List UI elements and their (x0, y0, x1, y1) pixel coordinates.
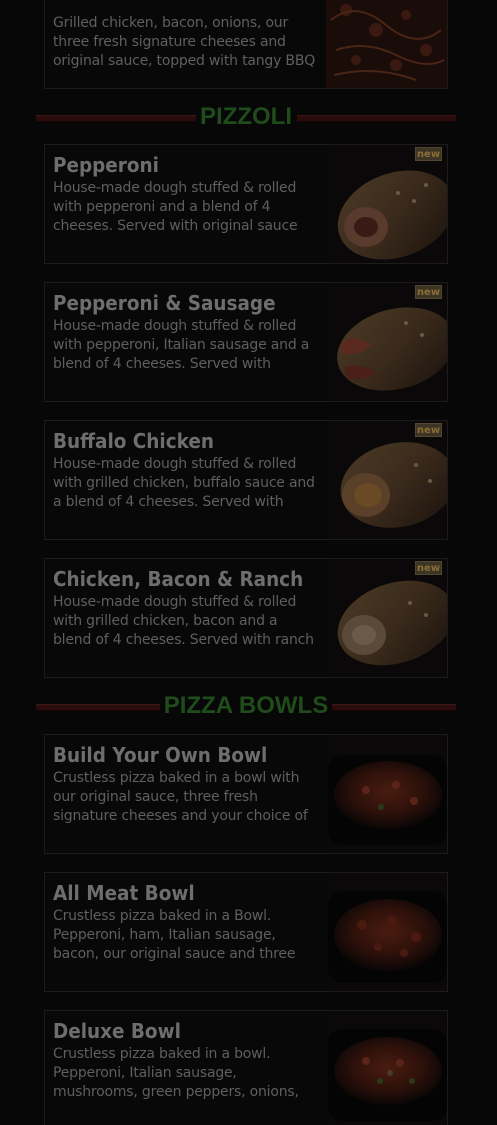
menu-item-description: House-made dough stuffed & rolled with g… (53, 456, 315, 510)
menu-item-text: Build Your Own Bowl Crustless pizza bake… (53, 741, 317, 826)
menu-item-card[interactable]: Build Your Own Bowl Crustless pizza bake… (44, 734, 448, 854)
menu-item-text: Pepperoni House-made dough stuffed & rol… (53, 151, 317, 236)
new-badge: new (415, 423, 442, 437)
menu-item-text: Pepperoni & Sausage House-made dough stu… (53, 289, 317, 374)
menu-item-name: Pepperoni & Sausage (53, 291, 276, 315)
menu-item-name: Chicken, Bacon & Ranch (53, 567, 304, 591)
menu-item-card[interactable]: Buffalo Chicken House-made dough stuffed… (44, 420, 448, 540)
menu-item-name: Build Your Own Bowl (53, 743, 268, 767)
menu-item-description: Grilled chicken, bacon, onions, our thre… (53, 15, 316, 69)
menu-item-description: Crustless pizza baked in a Bowl. Peppero… (53, 908, 296, 962)
pizzoli-photo: new (326, 145, 447, 263)
menu-item-card[interactable]: Pepperoni House-made dough stuffed & rol… (44, 144, 448, 264)
menu-item-name: Buffalo Chicken (53, 429, 214, 453)
pizzoli-photo: new (326, 559, 447, 677)
pizza-bowl-photo (326, 1011, 447, 1125)
menu-item-text: All Meat Bowl Crustless pizza baked in a… (53, 879, 317, 964)
menu-item-card[interactable]: Chicken, Bacon & Ranch House-made dough … (44, 558, 448, 678)
new-badge: new (415, 285, 442, 299)
menu-item-name: Pepperoni (53, 153, 159, 177)
menu-item-text: Grilled chicken, bacon, onions, our thre… (53, 14, 317, 71)
pizzoli-photo: new (326, 283, 447, 401)
menu-item-description: Crustless pizza baked in a bowl with our… (53, 770, 308, 824)
section-title: PIZZA BOWLS (159, 692, 333, 719)
menu-item-name: All Meat Bowl (53, 881, 195, 905)
menu-item-description: House-made dough stuffed & rolled with p… (53, 318, 310, 372)
menu-item-text: Buffalo Chicken House-made dough stuffed… (53, 427, 317, 512)
bbq-chicken-pizza-photo (326, 0, 447, 88)
section-header-pizzoli: PIZZOLI (36, 101, 456, 133)
menu-item-description: Crustless pizza baked in a bowl. Peppero… (53, 1046, 299, 1100)
section-title: PIZZOLI (196, 103, 296, 130)
new-badge: new (415, 561, 442, 575)
menu-item-name: Deluxe Bowl (53, 1019, 181, 1043)
section-header-pizza-bowls: PIZZA BOWLS (36, 690, 456, 722)
new-badge: new (415, 147, 442, 161)
menu-item-card[interactable]: All Meat Bowl Crustless pizza baked in a… (44, 872, 448, 992)
menu-item-description: House-made dough stuffed & rolled with p… (53, 180, 298, 234)
pizza-bowl-photo (326, 735, 447, 853)
menu-page: Grilled chicken, bacon, onions, our thre… (0, 0, 497, 1125)
menu-item-card[interactable]: Pepperoni & Sausage House-made dough stu… (44, 282, 448, 402)
menu-item-description: House-made dough stuffed & rolled with g… (53, 594, 314, 648)
pizzoli-photo: new (326, 421, 447, 539)
pizza-bowl-photo (326, 873, 447, 991)
menu-item-card[interactable]: Grilled chicken, bacon, onions, our thre… (44, 0, 448, 89)
menu-item-text: Chicken, Bacon & Ranch House-made dough … (53, 565, 317, 650)
menu-item-text: Deluxe Bowl Crustless pizza baked in a b… (53, 1017, 317, 1102)
menu-item-card[interactable]: Deluxe Bowl Crustless pizza baked in a b… (44, 1010, 448, 1125)
